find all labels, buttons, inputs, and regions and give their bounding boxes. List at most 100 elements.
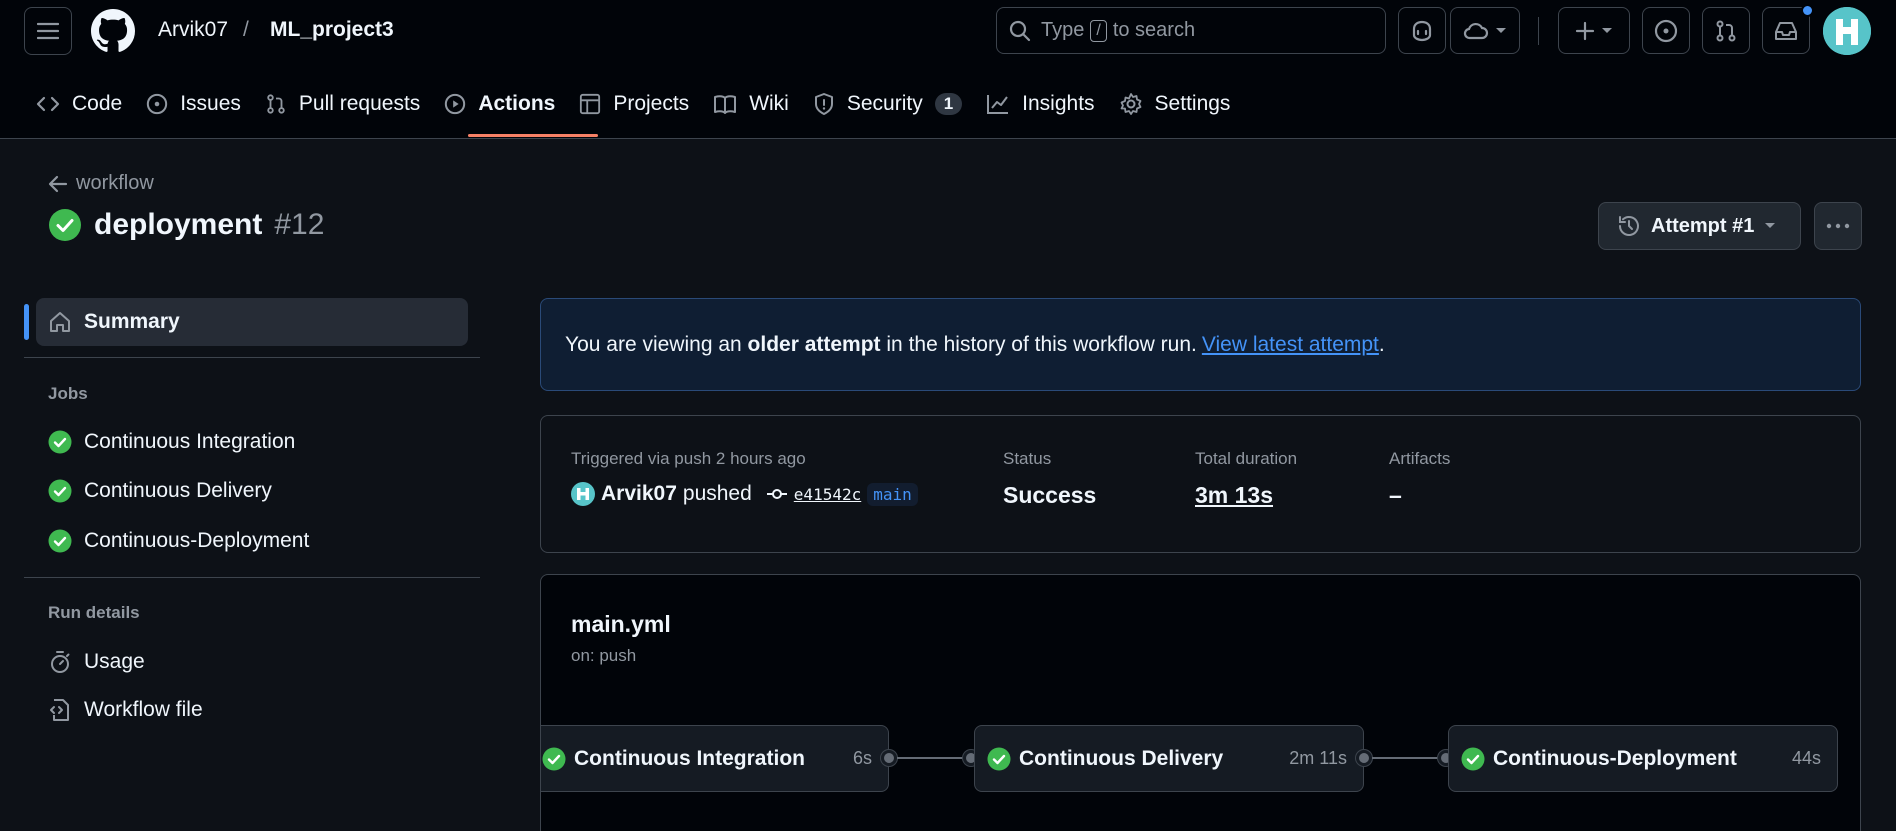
check-circle-icon — [987, 747, 1011, 770]
sidebar-divider — [24, 577, 480, 578]
issue-icon — [147, 93, 168, 115]
status-value: Success — [1003, 482, 1097, 508]
jobs-heading: Jobs — [48, 384, 88, 403]
tab-label: Security — [846, 92, 923, 115]
sidebar-item-usage[interactable]: Usage — [48, 650, 145, 674]
hamburger-icon — [37, 22, 59, 40]
graph-job-continuous-deployment[interactable]: Continuous-Deployment 44s — [1448, 725, 1838, 792]
check-circle-icon — [1461, 747, 1485, 770]
file-code-icon — [50, 699, 69, 721]
attempt-label: Attempt #1 — [1651, 214, 1755, 237]
code-icon — [36, 96, 60, 112]
breadcrumb-repo[interactable]: ML_project3 — [270, 18, 394, 42]
tab-pull-requests[interactable]: Pull requests — [253, 84, 432, 124]
tab-label: Code — [72, 92, 123, 115]
global-header: Arvik07 / ML_project3 Type / to search C… — [0, 0, 1896, 139]
pull-request-icon — [267, 94, 285, 114]
graph-connector — [1372, 757, 1438, 759]
tab-insights[interactable]: Insights — [974, 84, 1106, 124]
chevron-down-icon — [1765, 223, 1776, 228]
tab-wiki[interactable]: Wiki — [701, 84, 801, 124]
tab-code[interactable]: Code — [24, 84, 134, 124]
artifacts-label: Artifacts — [1389, 449, 1451, 468]
graph-job-name: Continuous Delivery — [1019, 746, 1224, 770]
gear-icon — [1120, 93, 1141, 115]
user-avatar[interactable] — [1823, 7, 1871, 55]
workflow-graph: main.yml on: push Continuous Integration… — [540, 574, 1861, 831]
stopwatch-icon — [51, 651, 70, 673]
duration-value[interactable]: 3m 13s — [1195, 482, 1297, 509]
check-circle-icon — [542, 747, 566, 770]
commit-icon — [766, 489, 787, 499]
chevron-down-icon — [1602, 27, 1612, 33]
back-label: workflow — [76, 172, 154, 194]
status-column: Status Success — [1003, 449, 1096, 509]
graph-job-time: 44s — [1791, 748, 1821, 768]
chevron-down-icon — [1496, 27, 1506, 33]
status-label: Status — [1003, 449, 1052, 468]
issues-shortcut-button[interactable] — [1642, 7, 1690, 54]
sidebar-job-continuous-integration[interactable]: Continuous Integration — [48, 430, 295, 454]
tab-projects[interactable]: Projects — [567, 84, 701, 124]
security-counter: 1 — [934, 93, 963, 115]
branch-label[interactable]: main — [867, 482, 918, 506]
cloud-icon — [1463, 22, 1489, 39]
search-icon — [1009, 20, 1031, 41]
sidebar-job-continuous-deployment[interactable]: Continuous-Deployment — [48, 529, 309, 553]
graph-job-continuous-integration[interactable]: Continuous Integration 6s — [541, 725, 889, 792]
sidebar-item-label: Summary — [84, 310, 180, 333]
search-input[interactable]: Type / to search — [996, 7, 1386, 54]
kebab-horizontal-icon — [1826, 223, 1850, 229]
tab-actions[interactable]: Actions — [432, 84, 567, 124]
check-circle-icon — [48, 430, 72, 454]
trigger-column: Triggered via push 2 hours ago Arvik07 p… — [571, 449, 918, 506]
inbox-icon — [1775, 21, 1797, 40]
tab-issues[interactable]: Issues — [134, 84, 253, 124]
run-number: #12 — [274, 208, 325, 241]
tab-label: Wiki — [749, 92, 789, 115]
tab-label: Settings — [1154, 92, 1231, 115]
tab-settings[interactable]: Settings — [1107, 84, 1243, 124]
back-to-workflow-link[interactable]: workflow — [48, 172, 154, 195]
codespaces-button[interactable] — [1450, 7, 1520, 54]
more-options-button[interactable] — [1814, 202, 1862, 250]
sidebar-divider — [24, 357, 480, 358]
check-circle-icon — [48, 479, 72, 503]
tab-label: Projects — [613, 92, 690, 115]
github-logo-icon[interactable] — [91, 9, 135, 53]
repo-nav: Code Issues Pull requests Actions Projec… — [24, 84, 1242, 139]
pull-request-icon — [1716, 20, 1736, 41]
create-new-button[interactable] — [1558, 7, 1630, 54]
commit-sha-link[interactable]: e41542c — [794, 485, 861, 504]
tab-security[interactable]: Security 1 — [801, 84, 974, 124]
sidebar-job-label: Continuous Delivery — [84, 479, 272, 502]
menu-button[interactable] — [24, 7, 72, 55]
attempt-dropdown[interactable]: Attempt #1 — [1598, 202, 1801, 250]
graph-job-time: 2m 11s — [1289, 748, 1347, 768]
actor-avatar[interactable] — [571, 482, 595, 506]
tab-label: Actions — [478, 92, 556, 115]
older-attempt-banner: You are viewing an older attempt in the … — [540, 298, 1861, 391]
plus-icon — [1575, 21, 1595, 40]
sidebar-job-label: Continuous-Deployment — [84, 529, 310, 552]
graph-connector-dot — [881, 750, 897, 766]
sidebar-item-summary[interactable]: Summary — [36, 298, 468, 346]
actor-name[interactable]: Arvik07 — [601, 482, 677, 506]
graph-job-continuous-delivery[interactable]: Continuous Delivery 2m 11s — [974, 725, 1364, 792]
duration-label: Total duration — [1195, 449, 1298, 468]
sidebar-item-workflow-file[interactable]: Workflow file — [48, 698, 203, 722]
graph-connector-dot — [1356, 750, 1372, 766]
copilot-button[interactable] — [1398, 7, 1446, 54]
view-latest-attempt-link[interactable]: View latest attempt — [1202, 333, 1379, 357]
graph-connector — [897, 757, 963, 759]
graph-job-name: Continuous-Deployment — [1493, 746, 1737, 770]
pull-requests-shortcut-button[interactable] — [1702, 7, 1750, 54]
workflow-file-name: main.yml — [571, 611, 671, 637]
sidebar-job-continuous-delivery[interactable]: Continuous Delivery — [48, 479, 272, 503]
check-circle-icon — [48, 529, 72, 553]
history-icon — [1619, 216, 1639, 236]
search-placeholder-suffix: to search — [1112, 19, 1196, 41]
breadcrumb-owner[interactable]: Arvik07 — [158, 18, 228, 42]
page-title: deployment #12 — [48, 208, 324, 242]
table-icon — [580, 93, 601, 115]
